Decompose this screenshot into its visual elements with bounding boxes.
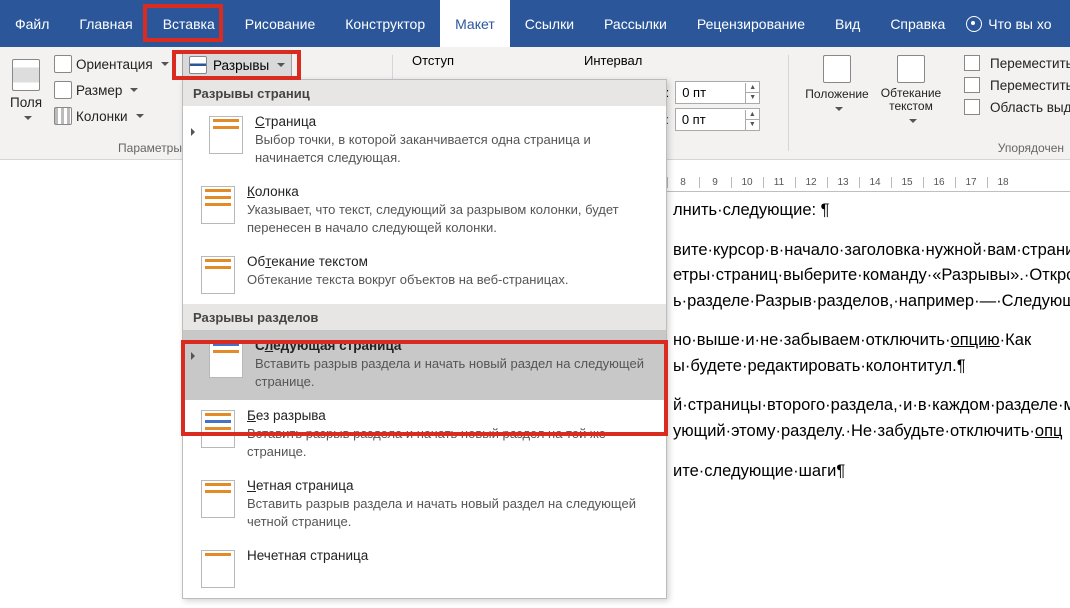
section-even-page[interactable]: Четная страница Вставить разрыв раздела …	[183, 470, 666, 540]
size-icon	[54, 81, 72, 99]
breaks-button[interactable]: Разрывы	[182, 53, 292, 77]
spacing-after-value: 0 пт	[682, 112, 706, 127]
position-icon	[823, 55, 851, 83]
tab-insert[interactable]: Вставка	[148, 0, 230, 47]
position-button[interactable]: Положение	[802, 53, 872, 127]
section-odd-icon	[201, 550, 235, 588]
caret-right-icon	[191, 352, 199, 360]
orientation-icon	[54, 55, 72, 73]
menubar: Файл Главная Вставка Рисование Конструкт…	[0, 0, 1070, 47]
margins-label: Поля	[10, 95, 42, 110]
break-column-desc: Указывает, что текст, следующий за разры…	[247, 201, 652, 236]
tab-file[interactable]: Файл	[0, 0, 64, 47]
tell-me[interactable]: Что вы хо	[966, 0, 1051, 47]
dropdown-header-sections: Разрывы разделов	[183, 304, 666, 330]
break-page[interactable]: Страница Выбор точки, в которой заканчив…	[183, 106, 666, 176]
tell-me-label: Что вы хо	[988, 16, 1051, 32]
spacing-after-input[interactable]: 0 пт ▲▼	[675, 108, 760, 131]
wrap-icon	[897, 55, 925, 83]
section-even-desc: Вставить разрыв раздела и начать новый р…	[247, 495, 652, 530]
tab-home[interactable]: Главная	[64, 0, 147, 47]
doc-line: вите·курсор·в·начало·заголовка·нужной·ва…	[673, 238, 1070, 315]
breaks-dropdown: Разрывы страниц Страница Выбор точки, в …	[182, 79, 667, 599]
tab-design[interactable]: Конструктор	[330, 0, 440, 47]
selection-pane-icon	[964, 99, 980, 115]
breaks-label: Разрывы	[213, 58, 269, 73]
send-backward-button[interactable]: Переместить	[958, 75, 1070, 95]
orientation-button[interactable]: Ориентация	[48, 53, 175, 75]
spin-up-icon[interactable]: ▲	[745, 83, 759, 93]
spacing-before-input[interactable]: 0 пт ▲▼	[675, 81, 760, 104]
wrap-button[interactable]: Обтекание текстом	[876, 53, 946, 127]
chevron-down-icon	[277, 63, 285, 71]
spin-down-icon[interactable]: ▼	[745, 93, 759, 103]
columns-label: Колонки	[76, 109, 128, 124]
tab-view[interactable]: Вид	[820, 0, 875, 47]
tab-help[interactable]: Справка	[875, 0, 960, 47]
bring-forward-button[interactable]: Переместить	[958, 53, 1070, 73]
section-next-desc: Вставить разрыв раздела и начать новый р…	[255, 355, 652, 390]
bring-forward-icon	[964, 55, 980, 71]
columns-button[interactable]: Колонки	[48, 105, 175, 127]
textwrap-break-icon	[201, 256, 235, 294]
lightbulb-icon	[966, 16, 982, 32]
tab-references[interactable]: Ссылки	[510, 0, 589, 47]
horizontal-ruler[interactable]: 8910 111213 141516 1718	[667, 174, 1070, 192]
section-odd-title: Нечетная страница	[247, 548, 368, 563]
break-page-title: Страница	[255, 114, 652, 129]
selection-pane-button[interactable]: Область выд	[958, 97, 1070, 117]
spin-up-icon[interactable]: ▲	[745, 110, 759, 120]
section-next-icon	[209, 340, 243, 378]
spacing-heading: Интервал	[584, 53, 642, 68]
position-label: Положение	[805, 87, 868, 101]
size-button[interactable]: Размер	[48, 79, 175, 101]
section-next-title: Следующая страница	[255, 338, 652, 353]
break-column-title: Колонка	[247, 184, 652, 199]
section-odd-page[interactable]: Нечетная страница	[183, 540, 666, 598]
send-backward-icon	[964, 77, 980, 93]
page-break-icon	[209, 116, 243, 154]
break-textwrap-desc: Обтекание текста вокруг объектов на веб-…	[247, 271, 569, 289]
tab-mailings[interactable]: Рассылки	[589, 0, 682, 47]
section-continuous-desc: Вставить разрыв раздела и начать новый р…	[247, 425, 652, 460]
spacing-before-value: 0 пт	[682, 85, 706, 100]
document-area[interactable]: лнить·следующие: ¶ вите·курсор·в·начало·…	[667, 192, 1070, 608]
break-textwrap[interactable]: Обтекание текстом Обтекание текста вокру…	[183, 246, 666, 304]
margins-icon	[12, 59, 40, 91]
tab-review[interactable]: Рецензирование	[682, 0, 820, 47]
doc-line: ите·следующие·шаги¶	[673, 459, 1070, 485]
wrap-label: Обтекание текстом	[881, 87, 941, 113]
spin-down-icon[interactable]: ▼	[745, 120, 759, 130]
columns-icon	[54, 107, 72, 125]
indent-heading: Отступ	[412, 53, 454, 68]
group-arrange: Положение Обтекание текстом Переместить …	[796, 47, 1070, 159]
selection-pane-label: Область выд	[990, 100, 1070, 115]
section-continuous-icon	[201, 410, 235, 448]
section-continuous[interactable]: Без разрыва Вставить разрыв раздела и на…	[183, 400, 666, 470]
section-continuous-title: Без разрыва	[247, 408, 652, 423]
break-page-desc: Выбор точки, в которой заканчивается одн…	[255, 131, 652, 166]
section-even-title: Четная страница	[247, 478, 652, 493]
orientation-label: Ориентация	[76, 57, 153, 72]
doc-line: й·страницы·второго·раздела,·и·в·каждом·р…	[673, 393, 1070, 444]
tab-layout[interactable]: Макет	[440, 0, 510, 47]
caret-right-icon	[191, 128, 199, 136]
size-label: Размер	[76, 83, 122, 98]
doc-line: но·выше·и·не·забываем·отключить·опцию·Ка…	[673, 328, 1070, 379]
column-break-icon	[201, 186, 235, 224]
break-textwrap-title: Обтекание текстом	[247, 254, 569, 269]
arrange-group-label: Упорядочен	[796, 141, 1070, 155]
margins-button[interactable]: Поля	[4, 57, 48, 124]
section-next-page[interactable]: Следующая страница Вставить разрыв разде…	[183, 330, 666, 400]
tab-draw[interactable]: Рисование	[230, 0, 331, 47]
send-backward-label: Переместить	[990, 78, 1070, 93]
doc-line: лнить·следующие: ¶	[673, 198, 1070, 224]
section-even-icon	[201, 480, 235, 518]
dropdown-header-pages: Разрывы страниц	[183, 80, 666, 106]
bring-forward-label: Переместить	[990, 56, 1070, 71]
break-column[interactable]: Колонка Указывает, что текст, следующий …	[183, 176, 666, 246]
breaks-icon	[189, 56, 207, 74]
